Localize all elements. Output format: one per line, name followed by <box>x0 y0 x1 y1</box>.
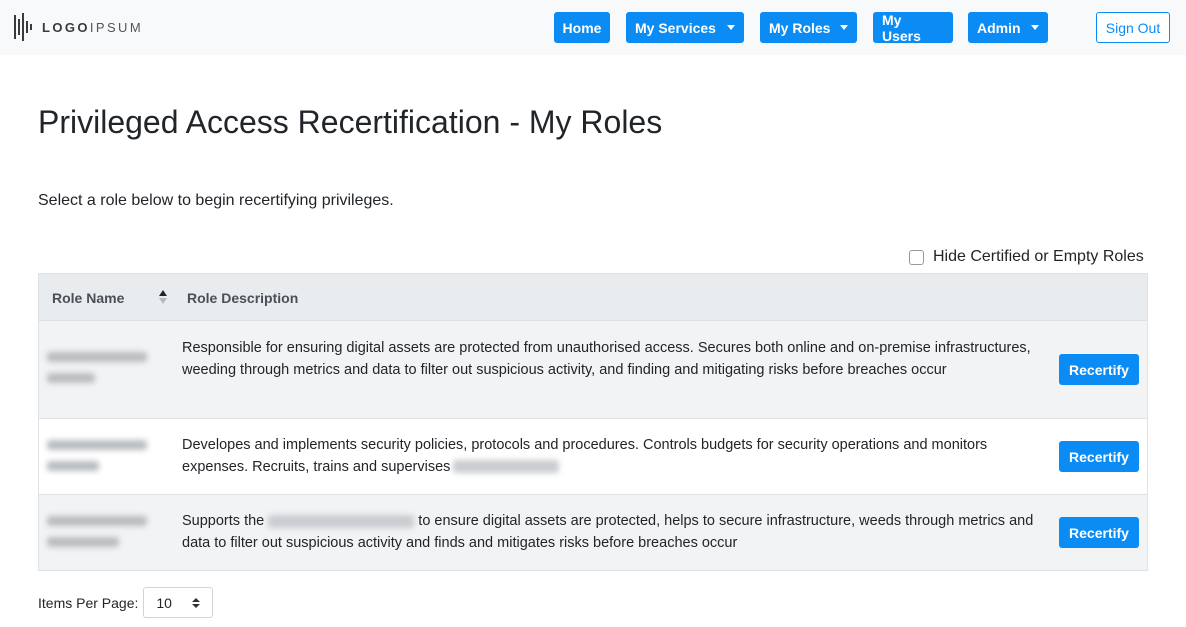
chevron-down-icon <box>840 25 848 30</box>
items-per-page-select[interactable]: 10 <box>143 587 214 618</box>
nav-home-label: Home <box>562 19 602 36</box>
table-row: Supports the to ensure digital assets ar… <box>39 495 1147 570</box>
table-header: Role Name Role Description <box>39 274 1147 321</box>
role-name-redacted <box>47 440 152 482</box>
nav-my-services-label: My Services <box>635 19 716 36</box>
role-description: Developes and implements security polici… <box>182 435 1042 478</box>
brand-name: LOGOIPSUM <box>42 19 144 35</box>
recertify-label: Recertify <box>1069 448 1129 465</box>
nav-admin-label: Admin <box>977 19 1021 36</box>
hide-certified-checkbox[interactable] <box>909 249 924 265</box>
hide-certified-toggle[interactable]: Hide Certified or Empty Roles <box>909 248 1144 266</box>
hide-certified-label: Hide Certified or Empty Roles <box>933 248 1144 265</box>
nav-admin-dropdown[interactable]: Admin <box>968 12 1048 43</box>
items-per-page-value: 10 <box>156 594 172 611</box>
items-per-page-label: Items Per Page: <box>38 594 139 611</box>
soundwave-logo-icon <box>14 13 32 41</box>
table-row: Developes and implements security polici… <box>39 419 1147 495</box>
column-header-role-description: Role Description <box>187 290 299 306</box>
brand-logo[interactable]: LOGOIPSUM <box>14 13 143 41</box>
recertify-button[interactable]: Recertify <box>1059 441 1139 472</box>
nav-my-users-button[interactable]: My Users <box>873 11 953 44</box>
table-row: Responsible for ensuring digital assets … <box>39 321 1147 419</box>
select-arrows-icon <box>192 598 201 610</box>
role-description-text: Developes and implements security polici… <box>182 437 988 475</box>
role-description: Responsible for ensuring digital assets … <box>182 340 1031 378</box>
chevron-down-icon <box>727 25 735 30</box>
recertify-button[interactable]: Recertify <box>1059 517 1139 548</box>
page-title: Privileged Access Recertification - My R… <box>38 104 663 140</box>
nav-home-button[interactable]: Home <box>554 12 610 43</box>
recertify-button[interactable]: Recertify <box>1059 354 1139 385</box>
role-name-redacted <box>47 516 152 558</box>
recertify-label: Recertify <box>1069 361 1129 378</box>
redacted-text <box>453 460 560 474</box>
role-name-redacted <box>47 352 152 394</box>
sign-out-label: Sign Out <box>1105 19 1161 36</box>
role-description-text-start: Supports the <box>182 513 265 529</box>
nav-my-users-label: My Users <box>882 11 921 44</box>
sort-ascending-icon[interactable] <box>159 290 169 304</box>
intro-text: Select a role below to begin recertifyin… <box>38 192 394 209</box>
nav-my-roles-dropdown[interactable]: My Roles <box>760 12 857 43</box>
recertify-label: Recertify <box>1069 524 1129 541</box>
roles-table: Role Name Role Description Responsible f… <box>38 273 1148 571</box>
nav-my-roles-label: My Roles <box>769 19 831 36</box>
role-description: Supports the to ensure digital assets ar… <box>182 511 1042 554</box>
sign-out-button[interactable]: Sign Out <box>1096 12 1170 43</box>
top-navbar: LOGOIPSUM Home My Services My Roles My U… <box>0 0 1186 55</box>
redacted-text <box>268 514 415 528</box>
nav-my-services-dropdown[interactable]: My Services <box>626 12 744 43</box>
chevron-down-icon <box>1031 25 1039 30</box>
column-header-role-name[interactable]: Role Name <box>52 290 124 306</box>
pagination-controls: Items Per Page: 10 <box>38 587 214 618</box>
